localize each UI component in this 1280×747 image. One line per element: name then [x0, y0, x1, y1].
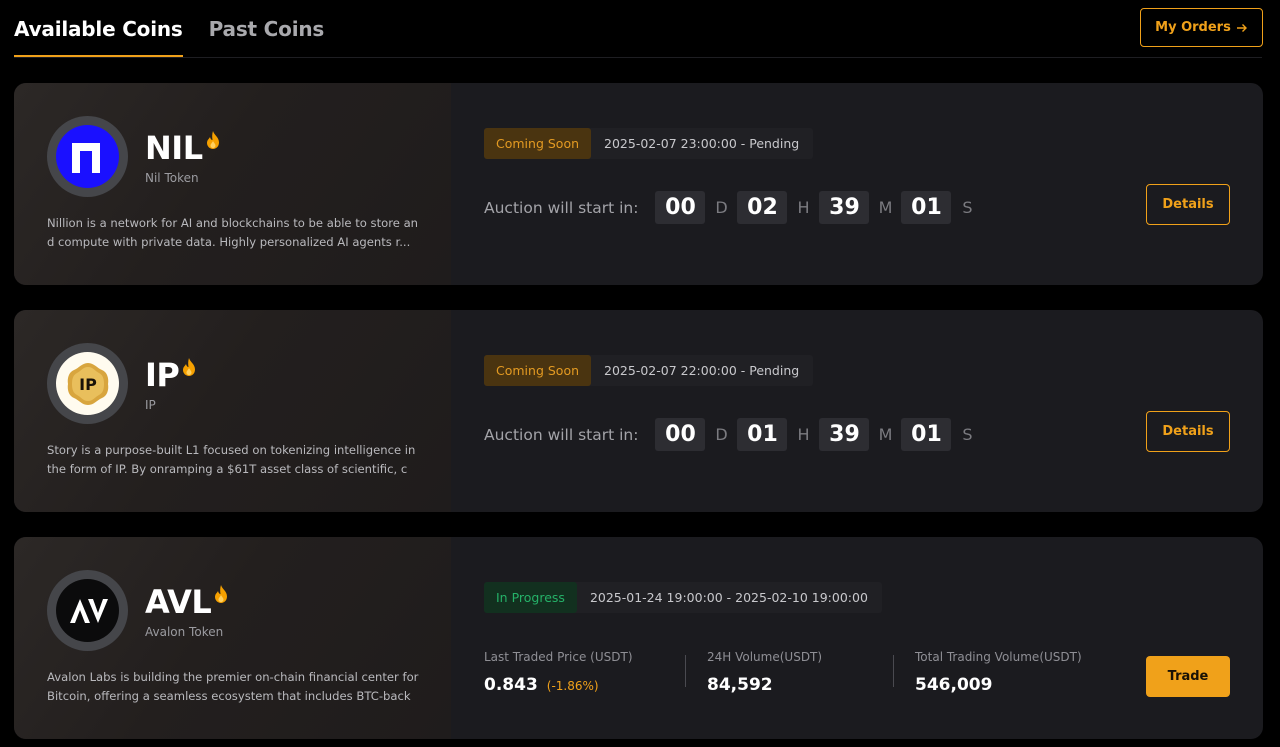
coin-symbol: IP [145, 355, 197, 395]
stat-label: 24H Volume(USDT) [707, 650, 823, 664]
countdown-days-unit: D [715, 198, 728, 217]
status-time: 2025-01-24 19:00:00 - 2025-02-10 19:00:0… [589, 590, 868, 605]
countdown: Auction will start in: 00 D 02 H 39 M 01… [484, 191, 983, 224]
tabs-divider [14, 57, 1262, 58]
countdown-minutes: 39 [819, 191, 870, 224]
my-orders-button[interactable]: My Orders [1140, 8, 1263, 47]
fire-icon [215, 585, 228, 603]
avl-logo-icon [56, 579, 119, 642]
countdown-days: 00 [655, 191, 706, 224]
nil-logo-icon [56, 125, 119, 188]
trading-stats: Last Traded Price (USDT) 0.843 (-1.86%) … [484, 650, 1108, 695]
countdown-label: Auction will start in: [484, 425, 639, 444]
countdown-days-unit: D [715, 425, 728, 444]
stat-label: Last Traded Price (USDT) [484, 650, 633, 664]
countdown-hours-unit: H [797, 425, 810, 444]
details-button[interactable]: Details [1146, 411, 1230, 452]
stat-24h-volume: 24H Volume(USDT) 84,592 [685, 650, 900, 695]
countdown-label: Auction will start in: [484, 198, 639, 217]
countdown-hours-unit: H [797, 198, 810, 217]
countdown: Auction will start in: 00 D 01 H 39 M 01… [484, 418, 983, 451]
fire-icon [206, 131, 219, 149]
status-row: Coming Soon 2025-02-07 23:00:00 - Pendin… [484, 128, 814, 159]
stat-value: 84,592 [707, 675, 773, 695]
countdown-seconds: 01 [901, 191, 952, 224]
coin-symbol: AVL [145, 582, 229, 622]
coin-auction-panel: Coming Soon 2025-02-07 23:00:00 - Pendin… [451, 83, 1263, 285]
coin-name: IP [145, 398, 156, 412]
coin-logo [47, 116, 128, 197]
my-orders-label: My Orders [1155, 20, 1231, 35]
tab-past-coins[interactable]: Past Coins [209, 0, 325, 58]
status-time: 2025-02-07 23:00:00 - Pending [604, 136, 800, 151]
status-time: 2025-02-07 22:00:00 - Pending [604, 363, 800, 378]
coin-card-ip: IP IP IP Story is a purpose-built L1 foc… [14, 310, 1263, 512]
coin-description: Story is a purpose-built L1 focused on t… [47, 443, 416, 476]
coin-card-nil: NIL Nil Token Nillion is a network for A… [14, 83, 1263, 285]
fire-icon [183, 358, 196, 376]
coin-info-panel: NIL Nil Token Nillion is a network for A… [14, 83, 451, 285]
countdown-minutes: 39 [819, 418, 870, 451]
stat-value: 546,009 [915, 675, 993, 695]
status-row: In Progress 2025-01-24 19:00:00 - 2025-0… [484, 582, 882, 613]
ip-logo-icon: IP [56, 352, 119, 415]
coin-auction-panel: Coming Soon 2025-02-07 22:00:00 - Pendin… [451, 310, 1263, 512]
coin-description: Nillion is a network for AI and blockcha… [47, 216, 419, 249]
countdown-minutes-unit: M [878, 198, 893, 217]
coin-name: Avalon Token [145, 625, 224, 639]
countdown-seconds-unit: S [962, 198, 973, 217]
countdown-seconds-unit: S [962, 425, 973, 444]
details-button[interactable]: Details [1146, 184, 1230, 225]
coin-tabs: Available Coins Past Coins [14, 0, 350, 58]
tab-available-coins[interactable]: Available Coins [14, 0, 183, 58]
coin-logo [47, 570, 128, 651]
status-badge: Coming Soon [484, 355, 592, 386]
coin-symbol: NIL [145, 128, 221, 168]
arrow-right-icon [1236, 23, 1247, 32]
countdown-days: 00 [655, 418, 706, 451]
coin-info-panel: IP IP IP Story is a purpose-built L1 foc… [14, 310, 451, 512]
svg-text:IP: IP [79, 375, 97, 394]
price-change: (-1.86%) [546, 679, 599, 693]
countdown-seconds: 01 [901, 418, 952, 451]
countdown-minutes-unit: M [878, 425, 893, 444]
countdown-hours: 02 [737, 191, 788, 224]
coin-card-avl: AVL Avalon Token Avalon Labs is building… [14, 537, 1263, 739]
status-row: Coming Soon 2025-02-07 22:00:00 - Pendin… [484, 355, 814, 386]
stat-label: Total Trading Volume(USDT) [915, 650, 1082, 664]
countdown-hours: 01 [737, 418, 788, 451]
coin-name: Nil Token [145, 171, 199, 185]
status-badge: Coming Soon [484, 128, 592, 159]
stat-last-price: Last Traded Price (USDT) 0.843 (-1.86%) [484, 650, 692, 695]
status-badge: In Progress [484, 582, 577, 613]
trade-button[interactable]: Trade [1146, 656, 1230, 697]
coin-logo: IP [47, 343, 128, 424]
coin-trading-panel: In Progress 2025-01-24 19:00:00 - 2025-0… [451, 537, 1263, 739]
stat-value: 0.843 (-1.86%) [484, 675, 599, 695]
stat-total-volume: Total Trading Volume(USDT) 546,009 [893, 650, 1108, 695]
coin-description: Avalon Labs is building the premier on-c… [47, 670, 419, 703]
coin-info-panel: AVL Avalon Token Avalon Labs is building… [14, 537, 451, 739]
